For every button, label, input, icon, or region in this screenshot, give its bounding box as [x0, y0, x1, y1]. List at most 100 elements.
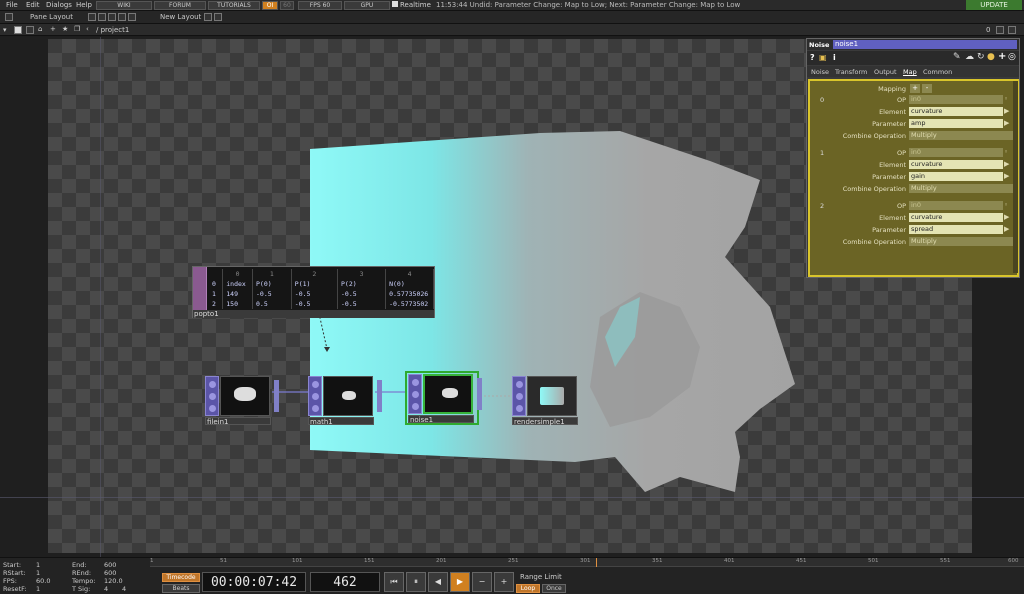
- op-picker-icon[interactable]: ◦: [1004, 148, 1012, 157]
- plus-icon[interactable]: +: [494, 572, 514, 592]
- op-picker-icon[interactable]: ◦: [1004, 201, 1012, 210]
- arrow-right-icon[interactable]: ▶: [1004, 119, 1012, 128]
- layout-icon-2[interactable]: [98, 13, 106, 21]
- combine-dropdown[interactable]: Multiply: [909, 131, 1013, 140]
- remove-mapping-button[interactable]: -: [922, 84, 932, 93]
- tsig-numerator[interactable]: 4: [104, 585, 108, 593]
- timeline-ruler[interactable]: 1 51 101 151 201 251 301 351 401 451 501…: [150, 558, 1024, 567]
- rend-value[interactable]: 600: [104, 569, 116, 577]
- playhead[interactable]: [596, 558, 597, 567]
- timecode-display[interactable]: 00:00:07:42: [202, 572, 306, 592]
- output-connector[interactable]: [477, 378, 482, 410]
- chevron-down-icon[interactable]: ▾: [3, 26, 7, 34]
- arrow-right-icon[interactable]: ▶: [1004, 225, 1012, 234]
- element-field[interactable]: curvature: [909, 107, 1003, 116]
- realtime-checkbox[interactable]: [392, 1, 398, 7]
- maximize-icon[interactable]: [996, 26, 1004, 34]
- fps-value[interactable]: 60.0: [36, 577, 50, 585]
- resetf-value[interactable]: 1: [36, 585, 40, 593]
- output-connector[interactable]: [377, 380, 382, 412]
- filein-node-name[interactable]: filein1: [205, 417, 271, 426]
- rstart-value[interactable]: 1: [36, 569, 40, 577]
- node-flag-icon[interactable]: [209, 405, 216, 412]
- realtime-toggle[interactable]: Realtime: [392, 1, 431, 9]
- menu-file[interactable]: File: [6, 1, 18, 9]
- play-icon[interactable]: ▶: [450, 572, 470, 592]
- start-value[interactable]: 1: [36, 561, 40, 569]
- palette-icon[interactable]: ●: [987, 52, 995, 62]
- combine-dropdown[interactable]: Multiply: [909, 237, 1013, 246]
- timecode-toggle[interactable]: Timecode: [162, 573, 200, 582]
- tempo-value[interactable]: 120.0: [104, 577, 123, 585]
- popto-node[interactable]: 0 1 2 3 4 0 index P(0) P(1) P(2) N(0) 1 …: [192, 266, 435, 318]
- home-icon[interactable]: ⌂: [38, 25, 42, 33]
- element-field[interactable]: curvature: [909, 213, 1003, 222]
- menu-help[interactable]: Help: [76, 1, 92, 9]
- loop-button[interactable]: Loop: [516, 584, 540, 593]
- render-node-name[interactable]: rendersimple1: [512, 417, 578, 426]
- node-flag-icon[interactable]: [312, 393, 319, 400]
- step-back-icon[interactable]: ◀: [428, 572, 448, 592]
- tab-output[interactable]: Output: [874, 68, 897, 76]
- add-icon[interactable]: +: [998, 51, 1006, 62]
- node-flag-icon[interactable]: [209, 393, 216, 400]
- op-field[interactable]: in0: [909, 95, 1003, 104]
- node-flag-icon[interactable]: [412, 391, 419, 398]
- layout-icon-7[interactable]: [214, 13, 222, 21]
- tab-transform[interactable]: Transform: [835, 68, 867, 76]
- menu-dialogs[interactable]: Dialogs: [46, 1, 72, 9]
- node-flag-icon[interactable]: [516, 381, 523, 388]
- new-layout-button[interactable]: New Layout: [160, 13, 201, 21]
- frame-display[interactable]: 462: [310, 572, 380, 592]
- op-picker-icon[interactable]: ◦: [1004, 95, 1012, 104]
- render-node[interactable]: rendersimple1: [512, 376, 580, 426]
- combine-dropdown[interactable]: Multiply: [909, 184, 1013, 193]
- info-icon[interactable]: i: [833, 53, 836, 62]
- noise-node[interactable]: noise1: [405, 371, 482, 425]
- layout-icon-1[interactable]: [88, 13, 96, 21]
- layout-icon-4[interactable]: [118, 13, 126, 21]
- refresh-icon[interactable]: ↻: [977, 52, 985, 62]
- arrow-right-icon[interactable]: ▶: [1004, 160, 1012, 169]
- gpu-button[interactable]: GPU: [344, 1, 390, 10]
- add-mapping-button[interactable]: +: [910, 84, 920, 93]
- node-flag-icon[interactable]: [516, 405, 523, 412]
- help-icon[interactable]: ?: [810, 53, 815, 62]
- pause-icon[interactable]: ⏸: [406, 572, 426, 592]
- popto-node-name[interactable]: popto1: [193, 310, 434, 318]
- math-node[interactable]: math1: [308, 376, 382, 426]
- parameter-field[interactable]: gain: [909, 172, 1003, 181]
- tab-noise[interactable]: Noise: [811, 68, 829, 76]
- bookmark-icon[interactable]: ❐: [74, 25, 80, 33]
- tab-map[interactable]: Map: [903, 68, 917, 76]
- beats-toggle[interactable]: Beats: [162, 584, 200, 593]
- forum-button[interactable]: FORUM: [154, 1, 206, 10]
- end-value[interactable]: 600: [104, 561, 116, 569]
- oi-button[interactable]: OI: [262, 1, 278, 10]
- layout-icon-3[interactable]: [108, 13, 116, 21]
- tsig-denominator[interactable]: 4: [122, 585, 126, 593]
- op-name-field[interactable]: noise1: [833, 40, 1017, 49]
- op-field[interactable]: in0: [909, 201, 1003, 210]
- node-flag-icon[interactable]: [516, 393, 523, 400]
- node-flag-icon[interactable]: [412, 379, 419, 386]
- view-icon[interactable]: [26, 26, 34, 34]
- arrow-right-icon[interactable]: ▶: [1004, 107, 1012, 116]
- node-flag-icon[interactable]: [209, 381, 216, 388]
- layout-icon-6[interactable]: [204, 13, 212, 21]
- noise-node-name[interactable]: noise1: [408, 415, 474, 424]
- arrow-right-icon[interactable]: ▶: [1004, 172, 1012, 181]
- parameter-field[interactable]: spread: [909, 225, 1003, 234]
- add-icon[interactable]: +: [50, 25, 56, 33]
- network-path[interactable]: / project1: [96, 26, 129, 34]
- parameter-field[interactable]: amp: [909, 119, 1003, 128]
- back-icon[interactable]: ‹: [86, 25, 89, 33]
- math-node-name[interactable]: math1: [308, 417, 374, 426]
- close-pane-icon[interactable]: [1008, 26, 1016, 34]
- panel-scrollbar[interactable]: [1013, 81, 1018, 273]
- output-connector[interactable]: [274, 380, 279, 412]
- element-field[interactable]: curvature: [909, 160, 1003, 169]
- arrow-right-icon[interactable]: ▶: [1004, 213, 1012, 222]
- layout-icon-5[interactable]: [128, 13, 136, 21]
- tutorials-button[interactable]: TUTORIALS: [208, 1, 260, 10]
